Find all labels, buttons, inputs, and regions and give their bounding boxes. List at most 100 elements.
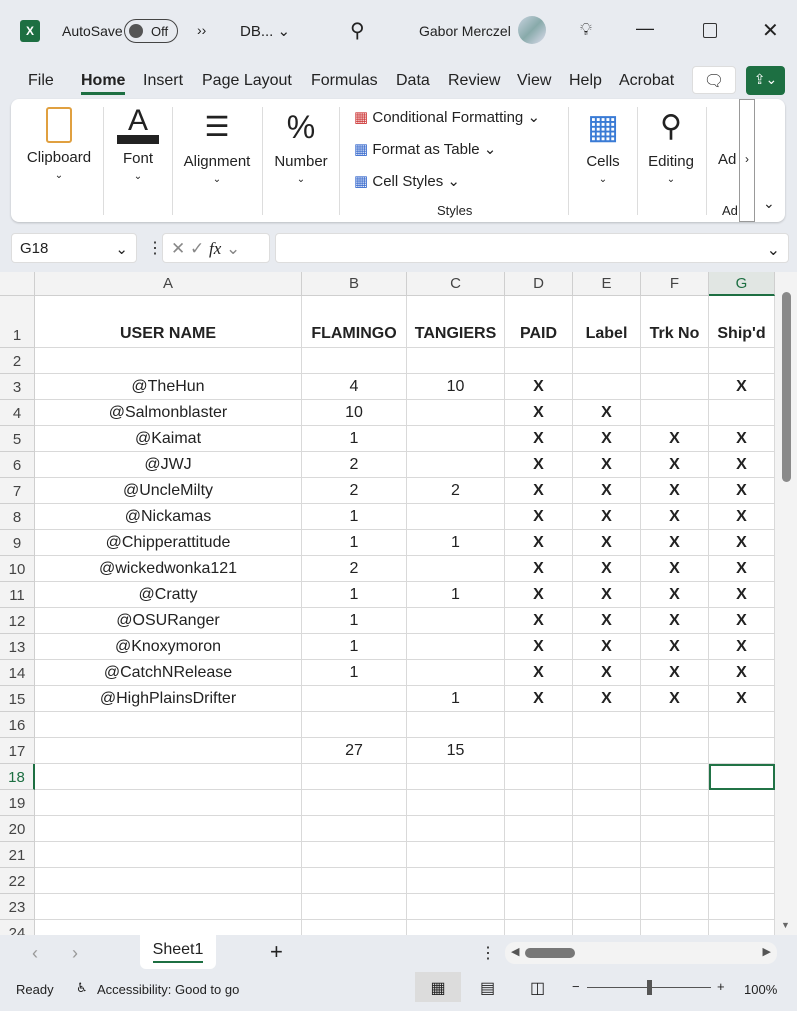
cell-E11[interactable]: X xyxy=(573,582,641,608)
cell-A19[interactable] xyxy=(35,790,302,816)
cell-F6[interactable]: X xyxy=(641,452,709,478)
cell-B7[interactable]: 2 xyxy=(302,478,407,504)
cell-F10[interactable]: X xyxy=(641,556,709,582)
zoom-in-button[interactable]: + xyxy=(717,979,725,994)
accessibility-status[interactable]: Accessibility: Good to go xyxy=(97,982,239,997)
column-header-G[interactable]: G xyxy=(709,272,775,296)
font-button[interactable]: A Font ⌄ xyxy=(111,106,165,182)
cell-G16[interactable] xyxy=(709,712,775,738)
row-header-4[interactable]: 4 xyxy=(0,400,35,426)
cells-button[interactable]: ▦ Cells ⌄ xyxy=(576,107,630,185)
cell-D13[interactable]: X xyxy=(505,634,573,660)
cell-D4[interactable]: X xyxy=(505,400,573,426)
cell-C13[interactable] xyxy=(407,634,505,660)
accessibility-icon[interactable]: ♿︎ xyxy=(76,980,88,996)
collapse-ribbon-icon[interactable]: ⌄ xyxy=(763,195,775,212)
row-header-2[interactable]: 2 xyxy=(0,348,35,374)
row-header-8[interactable]: 8 xyxy=(0,504,35,530)
tab-data[interactable]: Data xyxy=(396,72,430,90)
cell-B21[interactable] xyxy=(302,842,407,868)
cell-B20[interactable] xyxy=(302,816,407,842)
cell-C9[interactable]: 1 xyxy=(407,530,505,556)
minimize-icon[interactable]: — xyxy=(636,18,654,39)
cell-A9[interactable]: @Chipperattitude xyxy=(35,530,302,556)
row-header-19[interactable]: 19 xyxy=(0,790,35,816)
cell-A18[interactable] xyxy=(35,764,302,790)
cell-D5[interactable]: X xyxy=(505,426,573,452)
cell-D9[interactable]: X xyxy=(505,530,573,556)
cell-C1[interactable]: TANGIERS xyxy=(407,296,505,348)
cell-G19[interactable] xyxy=(709,790,775,816)
cell-F16[interactable] xyxy=(641,712,709,738)
cell-G22[interactable] xyxy=(709,868,775,894)
add-sheet-button[interactable]: + xyxy=(270,939,283,965)
editing-button[interactable]: ⚲ Editing ⌄ xyxy=(643,107,699,185)
cell-F3[interactable] xyxy=(641,374,709,400)
cell-E5[interactable]: X xyxy=(573,426,641,452)
search-icon[interactable]: ⚲ xyxy=(350,18,365,43)
cell-G14[interactable]: X xyxy=(709,660,775,686)
cell-E14[interactable]: X xyxy=(573,660,641,686)
cell-A7[interactable]: @UncleMilty xyxy=(35,478,302,504)
cell-C22[interactable] xyxy=(407,868,505,894)
cell-F13[interactable]: X xyxy=(641,634,709,660)
cell-F23[interactable] xyxy=(641,894,709,920)
tab-view[interactable]: View xyxy=(517,72,551,90)
zoom-level[interactable]: 100% xyxy=(744,982,777,997)
cell-E21[interactable] xyxy=(573,842,641,868)
cell-E13[interactable]: X xyxy=(573,634,641,660)
insert-function-button[interactable]: fx xyxy=(209,239,221,258)
vertical-scroll-thumb[interactable] xyxy=(782,292,791,482)
cell-G2[interactable] xyxy=(709,348,775,374)
cell-D3[interactable]: X xyxy=(505,374,573,400)
tab-help[interactable]: Help xyxy=(569,72,602,90)
conditional-formatting-button[interactable]: ▦ Conditional Formatting ⌄ xyxy=(354,108,540,126)
cell-E2[interactable] xyxy=(573,348,641,374)
tab-page-layout[interactable]: Page Layout xyxy=(202,72,292,90)
row-header-1[interactable]: 1 xyxy=(0,296,35,348)
cell-D17[interactable] xyxy=(505,738,573,764)
cell-A21[interactable] xyxy=(35,842,302,868)
column-header-F[interactable]: F xyxy=(641,272,709,296)
row-header-7[interactable]: 7 xyxy=(0,478,35,504)
cell-A12[interactable]: @OSURanger xyxy=(35,608,302,634)
cell-G10[interactable]: X xyxy=(709,556,775,582)
cell-E7[interactable]: X xyxy=(573,478,641,504)
cell-A10[interactable]: @wickedwonka121 xyxy=(35,556,302,582)
cell-D24[interactable] xyxy=(505,920,573,935)
cell-G11[interactable]: X xyxy=(709,582,775,608)
cell-C4[interactable] xyxy=(407,400,505,426)
cell-B8[interactable]: 1 xyxy=(302,504,407,530)
cell-B13[interactable]: 1 xyxy=(302,634,407,660)
cell-B22[interactable] xyxy=(302,868,407,894)
cell-D22[interactable] xyxy=(505,868,573,894)
cell-E22[interactable] xyxy=(573,868,641,894)
cell-G1[interactable]: Ship'd xyxy=(709,296,775,348)
cell-E3[interactable] xyxy=(573,374,641,400)
tab-insert[interactable]: Insert xyxy=(143,72,183,90)
cell-D8[interactable]: X xyxy=(505,504,573,530)
cell-C23[interactable] xyxy=(407,894,505,920)
cell-D14[interactable]: X xyxy=(505,660,573,686)
cell-D10[interactable]: X xyxy=(505,556,573,582)
cell-F20[interactable] xyxy=(641,816,709,842)
comments-button[interactable]: 🗨︎ xyxy=(692,66,736,94)
cell-C21[interactable] xyxy=(407,842,505,868)
cell-G5[interactable]: X xyxy=(709,426,775,452)
lightbulb-icon[interactable]: 💡︎ xyxy=(580,20,592,40)
cell-G8[interactable]: X xyxy=(709,504,775,530)
cell-B1[interactable]: FLAMINGO xyxy=(302,296,407,348)
cell-E18[interactable] xyxy=(573,764,641,790)
tab-file[interactable]: File xyxy=(28,72,54,90)
cell-F12[interactable]: X xyxy=(641,608,709,634)
cell-D15[interactable]: X xyxy=(505,686,573,712)
cell-B11[interactable]: 1 xyxy=(302,582,407,608)
cell-C14[interactable] xyxy=(407,660,505,686)
cell-D18[interactable] xyxy=(505,764,573,790)
worksheet-grid[interactable]: A B C D E F G 1 USER NAME FLAMINGO TANGIERS PAID Lab… xyxy=(0,272,775,935)
clipboard-button[interactable]: Clipboard ⌄ xyxy=(23,107,95,181)
cell-F21[interactable] xyxy=(641,842,709,868)
zoom-out-button[interactable]: − xyxy=(572,979,580,994)
horizontal-scroll-thumb[interactable] xyxy=(525,948,575,958)
cell-A22[interactable] xyxy=(35,868,302,894)
